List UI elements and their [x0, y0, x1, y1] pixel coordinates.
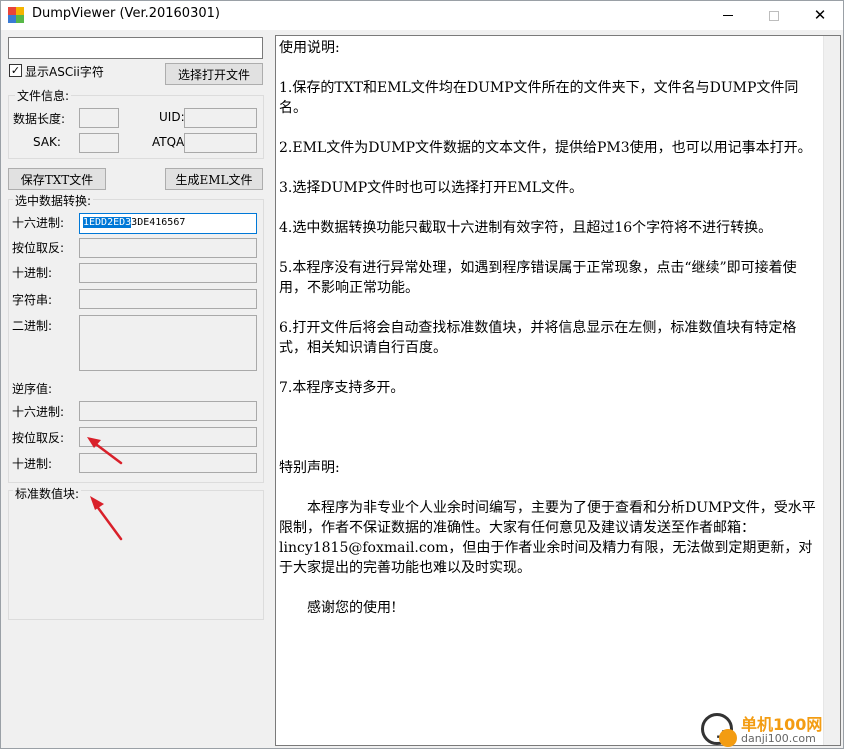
reverse-hex-label: 十六进制: — [12, 405, 65, 419]
decimal-field — [79, 263, 257, 283]
annotation-arrow-2 — [90, 496, 123, 541]
minimize-button[interactable] — [705, 1, 751, 30]
hex-selected-text: 1EDD2ED3 — [83, 217, 132, 228]
data-length-label: 数据长度: — [13, 112, 66, 126]
instruction-item-1: 1.保存的TXT和EML文件均在DUMP文件所在的文件夹下，文件名与DUMP文件… — [279, 80, 799, 116]
data-length-field — [79, 108, 119, 128]
instruction-item-5: 5.本程序没有进行异常处理，如遇到程序错误属于正常现象，点击“继续”即可接着使用… — [279, 260, 797, 296]
special-statement-heading: 特别声明: — [279, 460, 340, 476]
instruction-item-2: 2.EML文件为DUMP文件数据的文本文件，提供给PM3使用，也可以用记事本打开… — [279, 140, 812, 156]
close-button[interactable]: ✕ — [797, 1, 843, 30]
string-label: 字符串: — [12, 293, 53, 307]
sak-label: SAK: — [33, 135, 61, 149]
binary-field — [79, 315, 257, 371]
file-path-input[interactable] — [8, 37, 263, 59]
generate-eml-button[interactable]: 生成EML文件 — [165, 168, 263, 190]
hex-label: 十六进制: — [12, 216, 65, 230]
reverse-hex-field — [79, 401, 257, 421]
close-icon: ✕ — [813, 6, 827, 24]
file-info-caption: 文件信息: — [15, 87, 72, 104]
site-watermark: + 单机100网 danji100.com — [697, 705, 844, 749]
instruction-item-3: 3.选择DUMP文件时也可以选择打开EML文件。 — [279, 180, 583, 196]
maximize-button[interactable] — [751, 1, 797, 30]
maximize-icon — [769, 10, 779, 21]
instruction-item-7: 7.本程序支持多开。 — [279, 380, 405, 396]
instructions-document: 使用说明: 1.保存的TXT和EML文件均在DUMP文件所在的文件夹下，文件名与… — [279, 38, 824, 618]
file-info-group: 文件信息: 数据长度: UID: SAK: ATQA: — [8, 87, 264, 159]
atqa-label: ATQA: — [152, 135, 189, 149]
instructions-text-area[interactable]: 使用说明: 1.保存的TXT和EML文件均在DUMP文件所在的文件夹下，文件名与… — [275, 35, 841, 746]
app-icon — [8, 7, 24, 23]
sak-field — [79, 133, 119, 153]
uid-field — [184, 108, 257, 128]
thanks-text: 感谢您的使用! — [307, 600, 397, 616]
show-ascii-label[interactable]: 显示ASCii字符 — [25, 63, 104, 80]
minimize-icon — [723, 15, 733, 16]
atqa-field — [184, 133, 257, 153]
app-window: DumpViewer (Ver.20160301) ✕ ✓ 显示ASCii字符 … — [0, 0, 844, 749]
data-conversion-group: 选中数据转换: 十六进制: 1EDD2ED33DE416567 按位取反: 十进… — [8, 192, 264, 483]
vertical-scrollbar[interactable] — [823, 36, 840, 745]
save-txt-button[interactable]: 保存TXT文件 — [8, 168, 106, 190]
instructions-heading: 使用说明: — [279, 40, 340, 56]
standard-value-block-group: 标准数值块: — [8, 485, 264, 620]
reverse-bit-invert-label: 按位取反: — [12, 431, 65, 445]
open-file-button[interactable]: 选择打开文件 — [165, 63, 263, 85]
hex-rest-text: 3DE416567 — [131, 217, 186, 228]
watermark-text-sub: danji100.com — [741, 732, 816, 745]
instruction-item-4: 4.选中数据转换功能只截取十六进制有效字符，且超过16个字符将不进行转换。 — [279, 220, 773, 236]
annotation-arrow-1 — [87, 437, 123, 465]
hex-input[interactable]: 1EDD2ED33DE416567 — [79, 213, 257, 234]
instruction-item-6: 6.打开文件后将会自动查找标准数值块，并将信息显示在左侧，标准数值块有特定格式，… — [279, 320, 797, 356]
special-statement-body: 本程序为非专业个人业余时间编写，主要为了便于查看和分析DUMP文件，受水平限制，… — [279, 500, 816, 576]
bit-invert-label: 按位取反: — [12, 241, 65, 255]
reverse-caption: 逆序值: — [12, 382, 53, 396]
data-conversion-caption: 选中数据转换: — [13, 192, 94, 209]
uid-label: UID: — [159, 110, 185, 124]
decimal-label: 十进制: — [12, 266, 53, 280]
string-field — [79, 289, 257, 309]
bit-invert-field — [79, 238, 257, 258]
standard-value-block-caption: 标准数值块: — [13, 485, 82, 502]
window-title: DumpViewer (Ver.20160301) — [32, 6, 220, 21]
binary-label: 二进制: — [12, 319, 53, 333]
reverse-decimal-label: 十进制: — [12, 457, 53, 471]
show-ascii-checkbox[interactable]: ✓ — [9, 64, 22, 77]
title-bar: DumpViewer (Ver.20160301) ✕ — [1, 1, 843, 30]
